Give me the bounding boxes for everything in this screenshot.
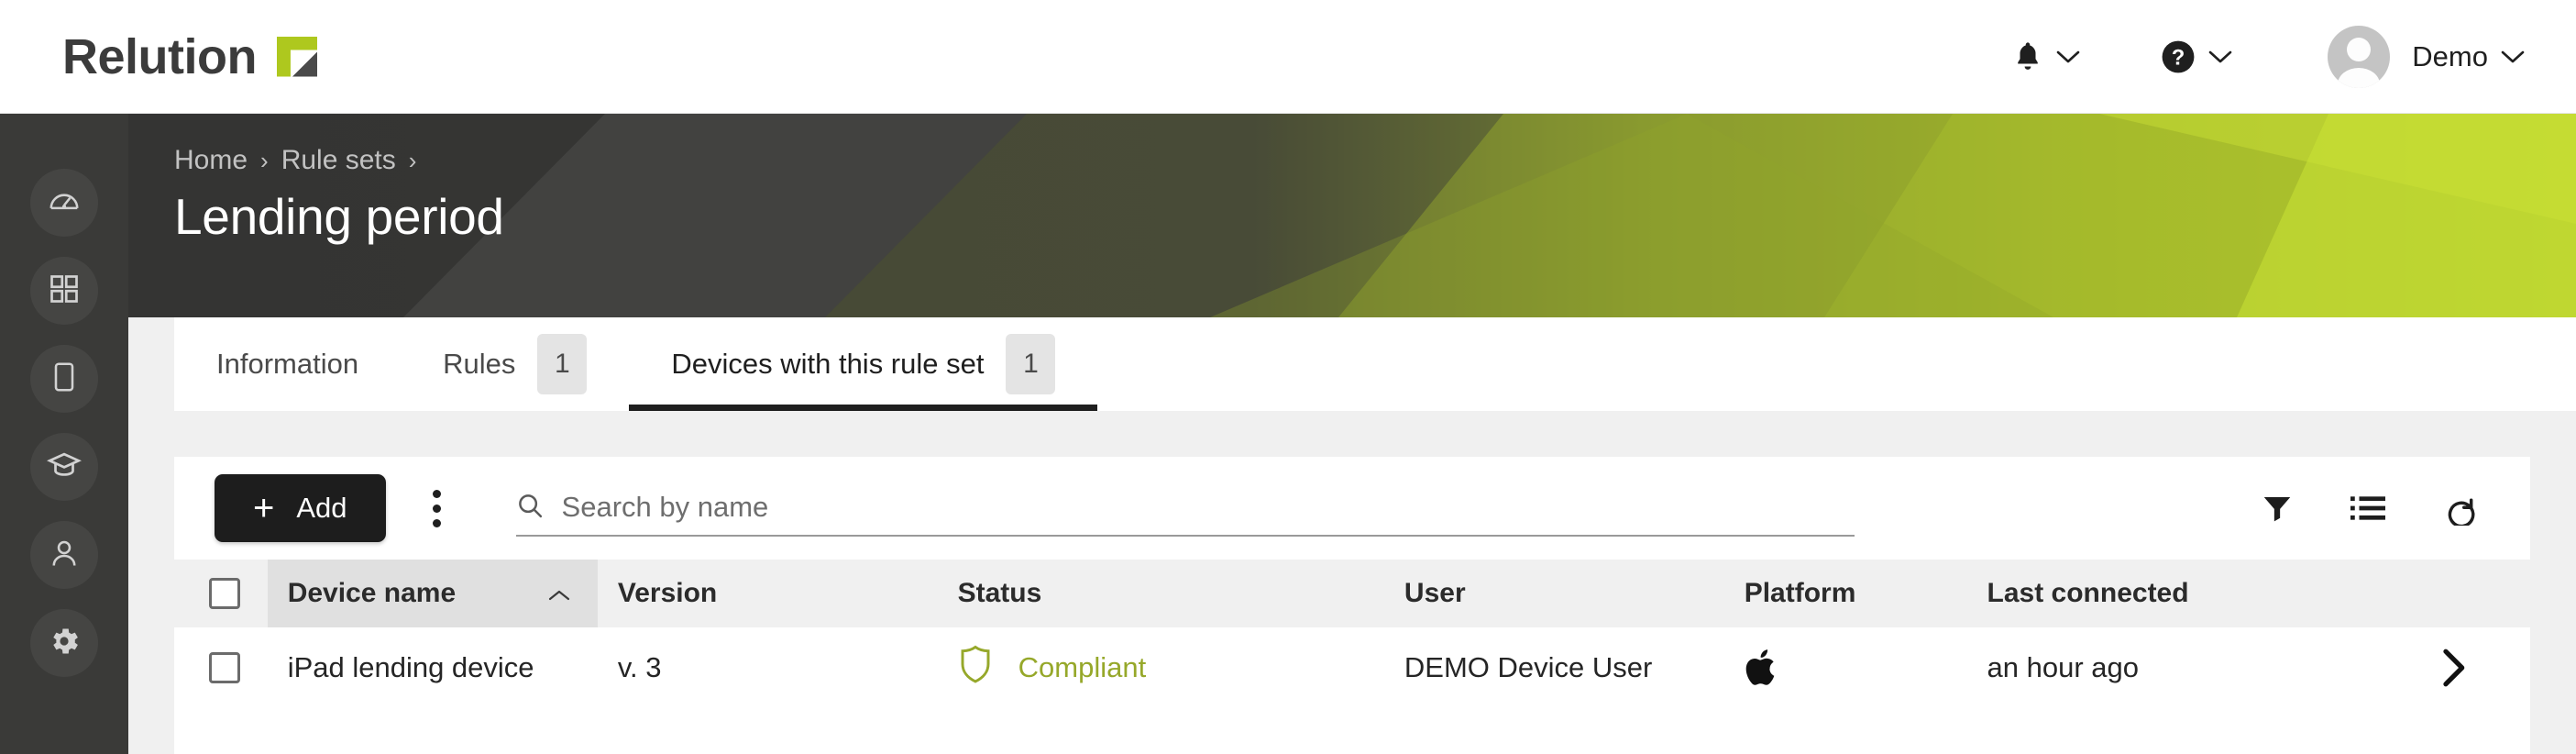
search-input[interactable] xyxy=(561,491,1855,524)
user-menu-button[interactable]: Demo xyxy=(2328,25,2525,88)
column-header-platform[interactable]: Platform xyxy=(1723,560,1967,627)
graduation-cap-icon xyxy=(46,448,83,487)
cell-last-connected: an hour ago xyxy=(1966,627,2356,708)
brand-name: Relution xyxy=(62,28,257,84)
select-all-checkbox[interactable] xyxy=(209,578,240,609)
breadcrumb-separator: › xyxy=(408,146,417,174)
grid-icon xyxy=(48,272,81,310)
tab-information[interactable]: Information xyxy=(174,317,401,411)
tab-badge-count: 1 xyxy=(1006,334,1056,394)
breadcrumb-item-home[interactable]: Home xyxy=(174,145,248,176)
column-header-device-name[interactable]: Device name xyxy=(267,560,598,627)
column-header-user[interactable]: User xyxy=(1383,560,1724,627)
svg-text:?: ? xyxy=(2172,45,2185,70)
sidebar xyxy=(0,114,128,754)
tab-rules[interactable]: Rules 1 xyxy=(401,317,629,411)
plus-icon: + xyxy=(253,488,275,528)
sidebar-item-users[interactable] xyxy=(30,521,98,589)
column-header-version[interactable]: Version xyxy=(597,560,938,627)
sidebar-item-settings[interactable] xyxy=(30,609,98,677)
gear-icon xyxy=(47,624,82,663)
cell-platform xyxy=(1723,627,1967,708)
speedometer-icon xyxy=(47,183,82,223)
top-bar: Relution ? Demo xyxy=(0,0,2576,114)
brand-logo[interactable]: Relution xyxy=(62,28,317,85)
chevron-right-icon[interactable] xyxy=(2375,649,2530,687)
shield-icon xyxy=(958,645,993,691)
tab-label: Devices with this rule set xyxy=(671,348,985,380)
cell-status: Compliant xyxy=(937,627,1384,708)
table-tools xyxy=(2261,491,2477,526)
chevron-down-icon xyxy=(2056,50,2080,64)
table-header-row: Device name Version Status User Platform… xyxy=(174,560,2530,627)
tab-bar: Information Rules 1 Devices with this ru… xyxy=(174,317,2576,411)
app-root: Relution ? Demo Home › Rule sets › Lendi… xyxy=(0,0,2576,754)
filter-funnel-icon[interactable] xyxy=(2261,492,2294,525)
column-header-status[interactable]: Status xyxy=(937,560,1384,627)
devices-panel: + Add Search by name Device name Version… xyxy=(174,457,2530,754)
table-toolbar: + Add xyxy=(174,457,2530,560)
tablet-icon xyxy=(48,360,81,398)
column-header-actions xyxy=(2355,560,2530,627)
cell-detail-action[interactable] xyxy=(2355,627,2530,708)
avatar xyxy=(2328,25,2391,88)
table-row[interactable]: iPad lending device v. 3 Compliant DEMO … xyxy=(174,627,2530,708)
topbar-actions: ? Demo xyxy=(2012,25,2525,88)
more-options-button[interactable] xyxy=(413,474,461,542)
tab-label: Rules xyxy=(443,348,516,380)
search-field[interactable] xyxy=(515,480,1855,537)
breadcrumb: Home › Rule sets › xyxy=(174,145,504,176)
row-select-cell xyxy=(174,627,268,708)
list-view-icon[interactable] xyxy=(2350,493,2385,524)
sidebar-item-dashboard[interactable] xyxy=(30,169,98,237)
column-header-last-connected[interactable]: Last connected xyxy=(1966,560,2356,627)
cell-user: DEMO Device User xyxy=(1383,627,1724,708)
hero-content: Home › Rule sets › Lending period xyxy=(174,145,504,246)
apple-icon xyxy=(1745,647,1967,689)
cell-version: v. 3 xyxy=(597,627,938,708)
devices-table: Device name Version Status User Platform… xyxy=(174,560,2530,708)
user-name-label: Demo xyxy=(2412,39,2488,72)
notifications-button[interactable] xyxy=(2012,39,2080,74)
add-button-label: Add xyxy=(296,492,347,524)
breadcrumb-separator: › xyxy=(260,146,269,174)
cell-device-name: iPad lending device xyxy=(267,627,598,708)
bell-icon xyxy=(2012,39,2043,74)
tab-badge-count: 1 xyxy=(537,334,588,394)
tab-label: Information xyxy=(216,348,359,380)
page-title: Lending period xyxy=(174,188,504,245)
select-all-header xyxy=(174,560,268,627)
chevron-up-icon xyxy=(548,578,570,609)
column-label: Device name xyxy=(287,578,457,608)
user-icon xyxy=(48,537,81,574)
row-checkbox[interactable] xyxy=(209,652,240,683)
status-badge: Compliant xyxy=(1018,651,1147,683)
relution-logo-mark-icon xyxy=(276,36,317,77)
chevron-down-icon xyxy=(2208,50,2232,64)
chevron-down-icon xyxy=(2501,50,2525,64)
tab-devices-with-this-rule-set[interactable]: Devices with this rule set 1 xyxy=(629,317,1098,411)
refresh-icon[interactable] xyxy=(2442,491,2477,526)
breadcrumb-item-rule-sets[interactable]: Rule sets xyxy=(281,145,396,176)
sidebar-item-education[interactable] xyxy=(30,433,98,501)
sidebar-item-apps[interactable] xyxy=(30,257,98,325)
search-icon xyxy=(516,492,544,524)
add-button[interactable]: + Add xyxy=(215,474,386,542)
sidebar-item-devices[interactable] xyxy=(30,345,98,413)
hero-banner: Home › Rule sets › Lending period xyxy=(128,114,2576,317)
help-button[interactable]: ? xyxy=(2161,39,2232,74)
help-circle-icon: ? xyxy=(2161,39,2196,74)
